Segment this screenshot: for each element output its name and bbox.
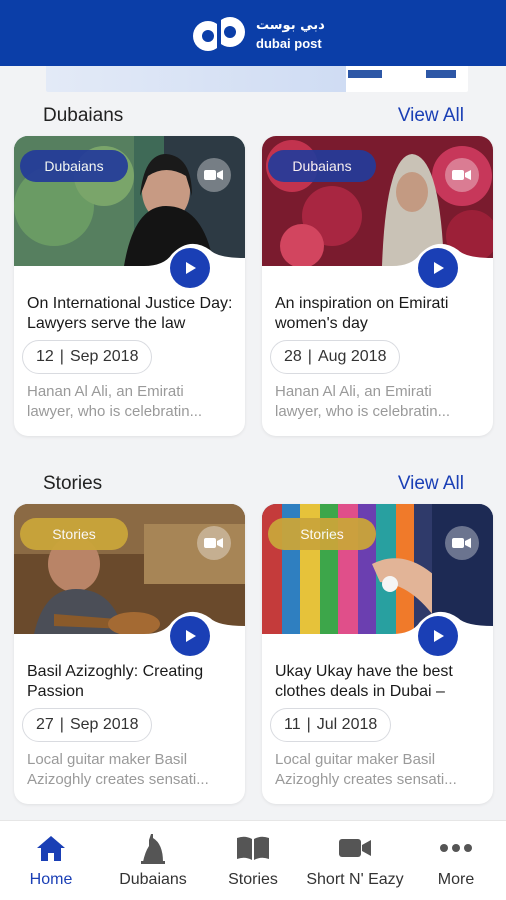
bottom-navigation: Home Dubaians Stories Short N' Eazy More: [0, 820, 506, 900]
article-title[interactable]: An inspiration on Emirati women's day: [275, 294, 483, 334]
play-icon: [186, 262, 196, 274]
nav-label: Home: [29, 871, 73, 888]
date-badge: 12 | Sep 2018: [22, 340, 153, 374]
date-month-year: Sep 2018: [69, 716, 139, 733]
view-all-dubaians-link[interactable]: View All: [398, 105, 464, 127]
app-header: دبي بوست dubai post: [0, 0, 506, 66]
date-separator: |: [59, 716, 64, 733]
date-separator: |: [59, 348, 64, 365]
video-camera-icon: [197, 158, 231, 192]
article-description: Hanan Al Ali, an Emirati lawyer, who is …: [275, 383, 451, 420]
logo-english-text: dubai post: [256, 36, 322, 51]
date-badge: 28 | Aug 2018: [270, 340, 401, 374]
date-separator: |: [307, 348, 312, 365]
banner-ad[interactable]: [46, 66, 468, 92]
article-title[interactable]: On International Justice Day: Lawyers se…: [27, 294, 235, 334]
play-button[interactable]: [418, 616, 458, 656]
book-icon: [235, 831, 271, 865]
play-icon: [434, 630, 444, 642]
date-separator: |: [306, 716, 311, 733]
play-icon: [434, 262, 444, 274]
nav-dubaians[interactable]: Dubaians: [108, 821, 198, 900]
date-month-year: Sep 2018: [69, 348, 139, 365]
tower-icon: [135, 831, 171, 865]
nav-short-n-eazy[interactable]: Short N' Eazy: [300, 821, 410, 900]
banner-mark: [348, 70, 382, 78]
article-card[interactable]: Dubaians An inspiration on Emirati women…: [262, 136, 493, 436]
nav-home[interactable]: Home: [10, 821, 92, 900]
date-month-year: Aug 2018: [317, 348, 387, 365]
category-tag[interactable]: Dubaians: [20, 150, 128, 182]
category-tag[interactable]: Stories: [20, 518, 128, 550]
video-camera-icon: [197, 526, 231, 560]
nav-stories[interactable]: Stories: [212, 821, 294, 900]
article-title[interactable]: Ukay Ukay have the best clothes deals in…: [275, 662, 483, 702]
more-dots-icon: [438, 831, 474, 865]
dubai-post-logo[interactable]: دبي بوست dubai post: [190, 8, 330, 60]
article-title[interactable]: Basil Azizoghly: Creating Passion: [27, 662, 235, 702]
date-badge: 27 | Sep 2018: [22, 708, 153, 742]
date-day: 28: [284, 348, 302, 365]
view-all-stories-link[interactable]: View All: [398, 473, 464, 495]
nav-label: Stories: [228, 871, 278, 888]
date-day: 27: [36, 716, 54, 733]
date-month-year: Jul 2018: [316, 716, 378, 733]
play-button[interactable]: [170, 248, 210, 288]
article-description: Local guitar maker Basil Azizoghly creat…: [27, 751, 209, 788]
article-description: Local guitar maker Basil Azizoghly creat…: [275, 751, 457, 788]
video-camera-icon: [337, 831, 373, 865]
article-description: Hanan Al Ali, an Emirati lawyer, who is …: [27, 383, 203, 420]
section-title-stories: Stories: [43, 473, 103, 494]
nav-more[interactable]: More: [416, 821, 496, 900]
play-button[interactable]: [418, 248, 458, 288]
logo-arabic-text: دبي بوست: [256, 18, 325, 33]
video-camera-icon: [445, 158, 479, 192]
play-button[interactable]: [170, 616, 210, 656]
category-tag[interactable]: Stories: [268, 518, 376, 550]
date-day: 12: [36, 348, 54, 365]
section-title-dubaians: Dubaians: [43, 105, 124, 126]
play-icon: [186, 630, 196, 642]
article-card[interactable]: Stories Ukay Ukay have the best clothes …: [262, 504, 493, 804]
date-day: 11: [284, 716, 301, 733]
logo-mark-icon: [193, 12, 245, 56]
video-camera-icon: [445, 526, 479, 560]
category-tag[interactable]: Dubaians: [268, 150, 376, 182]
nav-label: Dubaians: [119, 871, 187, 888]
nav-label: Short N' Eazy: [306, 871, 404, 888]
article-card[interactable]: Stories Basil Azizoghly: Creating Passio…: [14, 504, 245, 804]
article-card[interactable]: Dubaians On International Justice Day: L…: [14, 136, 245, 436]
nav-label: More: [437, 871, 475, 888]
banner-mark: [426, 70, 456, 78]
home-icon: [33, 831, 69, 865]
banner-graphic: [46, 66, 346, 92]
date-badge: 11 | Jul 2018: [270, 708, 392, 742]
